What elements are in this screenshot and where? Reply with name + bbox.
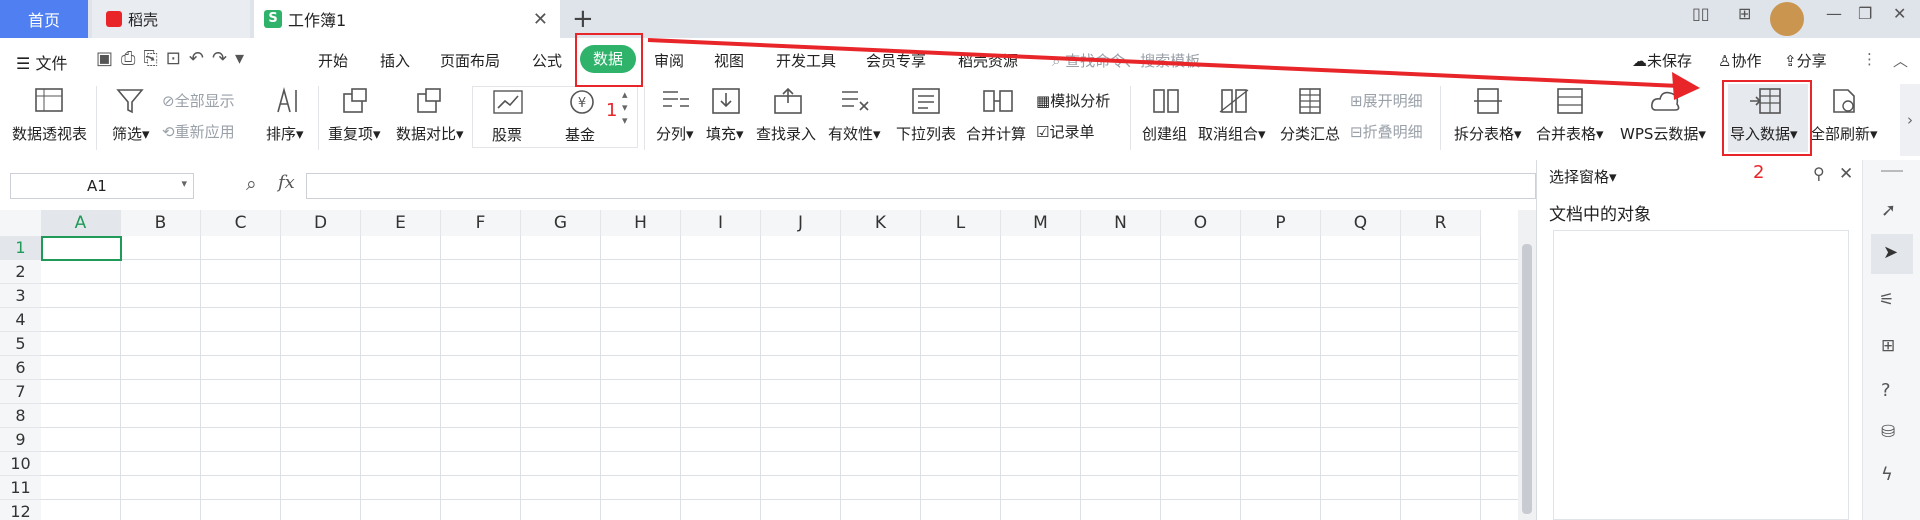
annotation-arrow [647, 38, 1700, 100]
